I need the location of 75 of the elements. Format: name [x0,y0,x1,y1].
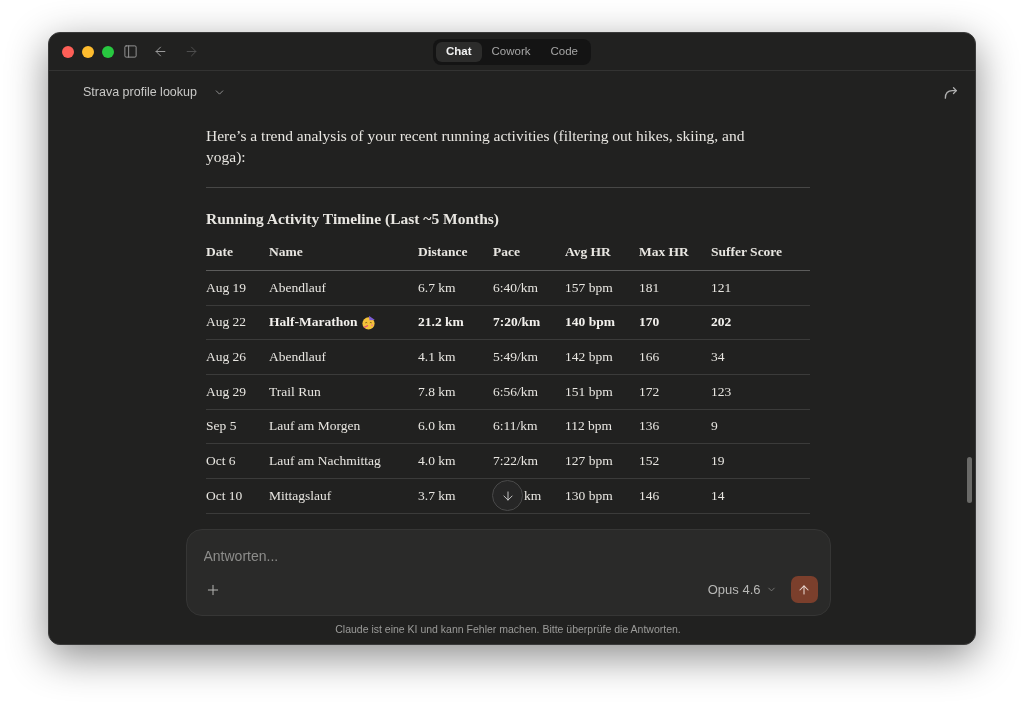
table-cell-text: 4.0 km [418,452,456,471]
back-arrow-icon[interactable] [153,44,168,59]
model-selector-button[interactable]: Opus 4.6 [707,579,777,600]
table-cell-text: 6:11/km [493,417,538,436]
table-cell-text: Trail Run [269,382,321,401]
table-cell-text: 166 [639,348,660,367]
table-cell-text: Lauf am Morgen [269,417,361,436]
table-cell-text: 7:20/km [493,313,541,332]
table-cell-text: Aug 26 [206,348,247,367]
column-header: Distance [418,242,468,261]
column-header: Pace [493,242,520,261]
table-cell-text: 170 [639,313,660,332]
table-cell-text: 4.1 km [418,348,456,367]
sidebar-toggle-icon[interactable] [123,44,138,59]
column-header: Max HR [639,242,689,261]
table-cell-text: 7:22/km [493,452,538,471]
table-cell-text: 130 bpm [565,486,613,505]
table-cell-text: 140 bpm [565,313,615,332]
table-cell-text: 152 [639,452,660,471]
table-cell-text: 19 [711,452,725,471]
table-cell-text: 5:49/km [493,348,538,367]
table-cell-text: 123 [711,382,732,401]
column-header: Name [269,242,303,261]
table-cell-text: 151 bpm [565,382,613,401]
table-cell-text: 34 [711,348,725,367]
table-cell-text: 181 [639,278,660,297]
send-button[interactable] [790,576,818,603]
conversation-title-button[interactable]: Strava profile lookup [83,82,226,102]
table-cell-text: Sep 5 [206,417,237,436]
column-header: Date [206,242,233,261]
table-cell-text: 6.7 km [418,278,456,297]
table-cell-text: 21.2 km [418,313,464,332]
table-cell-text: 142 bpm [565,348,613,367]
table-cell-text: 9 [711,417,718,436]
window-zoom-button[interactable] [102,45,114,58]
table-cell-text: 6:40/km [493,278,538,297]
mode-tab[interactable]: Chat [435,41,482,62]
table-cell-text: 3.7 km [418,486,456,505]
table-cell-text: Aug 29 [206,382,247,401]
scrollbar-thumb[interactable] [967,457,972,503]
window-close-button[interactable] [62,45,74,58]
table-cell-text: Aug 22 [206,313,247,332]
table-cell-text: Aug 19 [206,278,247,297]
message-input[interactable]: Antworten... [203,546,818,566]
message-paragraph: Here’s a trend analysis of your recent running activities (filtering out hikes, skiing, and yoga): [206,126,746,167]
table-cell-text: 112 bpm [565,417,613,436]
table-cell-text: Oct 6 [206,452,236,471]
disclaimer-text: Claude ist eine KI und kann Fehler machen. Bitte überprüfe die Antworten. [335,622,681,638]
table-cell-text: 146 [639,486,660,505]
table-cell-text: 136 [639,417,660,436]
scroll-down-button[interactable] [492,480,523,512]
table-cell-text: 121 [711,278,732,297]
share-arrow-icon[interactable] [943,84,958,100]
arrow-down-icon [500,488,515,503]
table-cell-text: 14 [711,486,725,505]
column-header: Avg HR [565,242,611,261]
table-cell-text: 7.8 km [418,382,456,401]
table-cell-text: Abendlauf [269,348,326,367]
table-cell-text: 6.0 km [418,417,456,436]
mode-tab[interactable]: Code [540,41,588,62]
table-cell-text: Mittagslauf [269,486,332,505]
table-cell-text: Oct 10 [206,486,243,505]
table-cell-text: 127 bpm [565,452,613,471]
table-cell-text: 6:56/km [493,382,538,401]
column-header: Suffer Score [711,242,783,261]
mode-tab[interactable]: Cowork [481,41,541,62]
table-cell-text: Abendlauf [269,278,326,297]
table-cell-text: 202 [711,313,732,332]
window-minimize-button[interactable] [82,45,94,58]
table-heading: Running Activity Timeline (Last ~5 Months) [206,209,500,229]
party-face-emoji-icon [360,315,376,331]
table-cell-text: 157 bpm [565,278,613,297]
table-cell-text: Half-Marathon [269,313,358,332]
table-cell-text: 172 [639,382,660,401]
table-cell-text: Lauf am Nachmittag [269,452,381,471]
